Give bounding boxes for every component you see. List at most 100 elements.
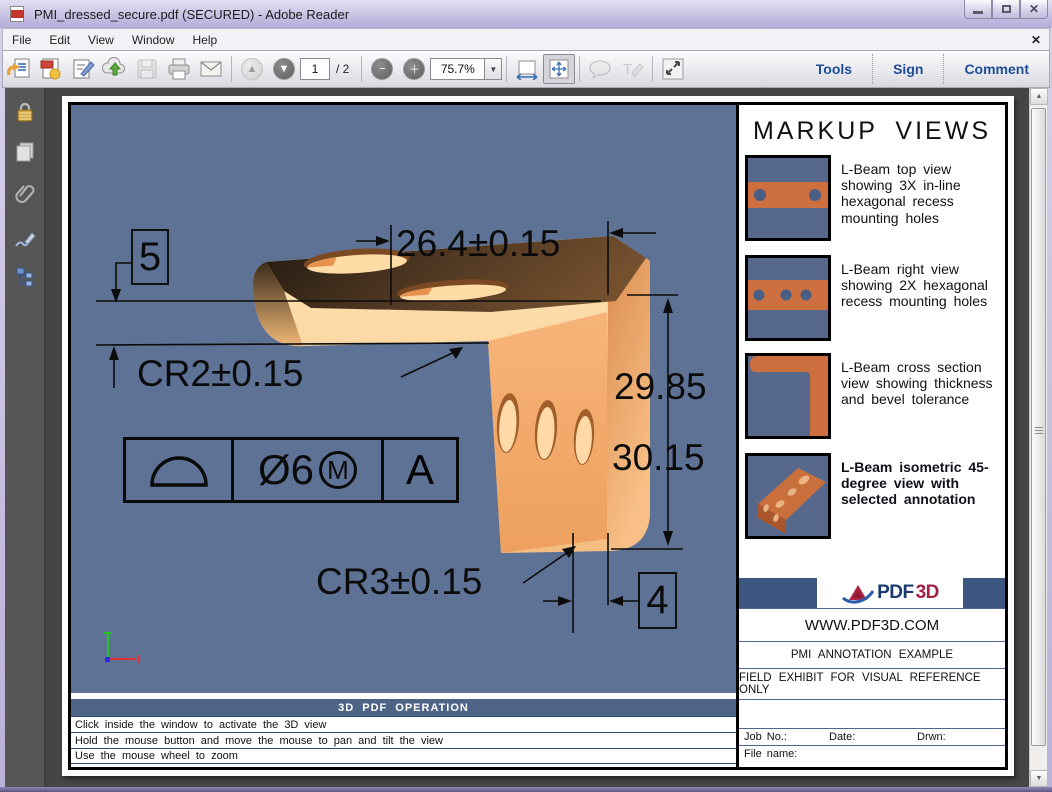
- signatures-icon[interactable]: [13, 228, 37, 252]
- previous-page-button[interactable]: ▲: [236, 54, 268, 84]
- tools-button[interactable]: Tools: [796, 61, 872, 77]
- email-button[interactable]: [195, 54, 227, 84]
- date-label: Date:: [829, 731, 856, 743]
- layers-icon[interactable]: [13, 264, 37, 288]
- menu-view[interactable]: View: [79, 30, 123, 50]
- create-pdf-icon: [40, 58, 61, 80]
- menu-help[interactable]: Help: [184, 30, 227, 50]
- drawing-frame: 26.4±0.15 5 CR2±0.15 29.85 30.15 CR3±0.1…: [68, 102, 1008, 770]
- open-button[interactable]: [3, 54, 35, 84]
- markup-view-item[interactable]: L-Beam top view showing 3X in-line hexag…: [745, 155, 1001, 243]
- job-row: Job No.: Date: Drwn:: [739, 728, 1005, 745]
- cross-section-thumbnail[interactable]: [745, 353, 831, 439]
- minimize-button[interactable]: [964, 0, 992, 19]
- previous-page-icon: ▲: [241, 58, 263, 80]
- zoom-in-button[interactable]: ＋: [398, 54, 430, 84]
- svg-text:T: T: [623, 61, 632, 78]
- zoom-out-icon: −: [371, 58, 394, 80]
- website-label: WWW.PDF3D.COM: [739, 608, 1005, 641]
- title-bar[interactable]: PMI_dressed_secure.pdf (SECURED) - Adobe…: [0, 0, 1052, 28]
- top-view-thumbnail[interactable]: [745, 155, 831, 241]
- vertical-scrollbar[interactable]: ▲ ▼: [1029, 88, 1048, 787]
- pdf-file-icon: [10, 6, 26, 22]
- sign-button[interactable]: Sign: [873, 61, 943, 77]
- text-callout-button[interactable]: T: [616, 54, 648, 84]
- menu-bar: File Edit View Window Help ✕: [2, 28, 1050, 50]
- fit-width-icon: [516, 60, 538, 80]
- subtitle-label: PMI ANNOTATION EXAMPLE: [739, 641, 1005, 668]
- menu-window[interactable]: Window: [123, 30, 184, 50]
- toolbar-separator: [579, 56, 581, 82]
- cloud-upload-button[interactable]: [99, 54, 131, 84]
- window-bottom-border: [0, 787, 1052, 792]
- chevron-up-icon: ▲: [1035, 93, 1043, 100]
- text-callout-icon: T: [623, 61, 645, 78]
- markup-view-caption-selected: L-Beam isometric 45-degree view with sel…: [841, 459, 989, 508]
- close-button[interactable]: ✕: [1020, 0, 1048, 19]
- save-button[interactable]: [131, 54, 163, 84]
- scroll-up-button[interactable]: ▲: [1030, 88, 1048, 105]
- 3d-viewport[interactable]: 26.4±0.15 5 CR2±0.15 29.85 30.15 CR3±0.1…: [71, 105, 736, 693]
- file-row: File name:: [739, 745, 1005, 767]
- minimize-icon: [973, 10, 983, 14]
- open-icon: [6, 58, 30, 78]
- fcf-tolerance-value: Ø6: [257, 446, 315, 493]
- page-number-input[interactable]: [300, 58, 330, 80]
- sign-document-button[interactable]: [67, 54, 99, 84]
- profile-of-a-surface-icon: [126, 440, 234, 500]
- next-page-button[interactable]: ▼: [268, 54, 300, 84]
- comment-button[interactable]: Comment: [944, 61, 1049, 77]
- bottom-radius-dimension: CR3±0.15: [316, 561, 483, 602]
- menu-file[interactable]: File: [3, 30, 40, 50]
- page-thumbnails-icon[interactable]: [13, 140, 37, 164]
- drawn-label: Drwn:: [917, 731, 946, 743]
- fit-width-button[interactable]: [511, 54, 543, 84]
- sign-document-icon: [73, 59, 95, 79]
- operation-line: Click inside the window to activate the …: [71, 716, 736, 732]
- cloud-upload-icon: [102, 57, 125, 76]
- isometric-view-thumbnail[interactable]: [745, 453, 831, 539]
- zoom-level-value[interactable]: 75.7%: [430, 58, 485, 80]
- feature-control-frame: Ø6 M A: [123, 437, 459, 503]
- print-icon: [168, 58, 190, 80]
- pdf3d-logo-icon: [842, 585, 875, 604]
- flange-thickness-dimension: 5: [131, 229, 169, 285]
- close-document-icon[interactable]: ✕: [1031, 33, 1041, 47]
- file-name-label: File name:: [744, 748, 798, 760]
- attachments-icon[interactable]: [13, 182, 37, 206]
- right-view-thumbnail[interactable]: [745, 255, 831, 341]
- note-label: FIELD EXHIBIT FOR VISUAL REFERENCE ONLY: [739, 668, 1005, 699]
- pdf-page: 26.4±0.15 5 CR2±0.15 29.85 30.15 CR3±0.1…: [62, 96, 1014, 776]
- scroll-down-button[interactable]: ▼: [1030, 770, 1048, 787]
- material-condition-modifier: M: [319, 451, 358, 489]
- email-icon: [200, 61, 222, 77]
- next-page-icon: ▼: [273, 58, 295, 80]
- comment-bubble-button[interactable]: [584, 54, 616, 84]
- toolbar-separator: [361, 56, 363, 82]
- width-dimension: 26.4±0.15: [396, 223, 561, 264]
- logo-text-3d: 3D: [915, 582, 940, 603]
- markup-view-item[interactable]: L-Beam cross section view showing thickn…: [745, 353, 1001, 441]
- print-button[interactable]: [163, 54, 195, 84]
- logo-band: PDF 3D: [739, 578, 1005, 608]
- markup-views-panel: MARKUP VIEWS L-Beam top view showing 3X …: [736, 105, 1005, 767]
- create-pdf-button[interactable]: [35, 54, 67, 84]
- operation-line: Use the mouse wheel to zoom: [71, 748, 736, 764]
- markup-view-item[interactable]: L-Beam isometric 45-degree view with sel…: [745, 453, 1001, 541]
- markup-view-item[interactable]: L-Beam right view showing 2X hexagonal r…: [745, 255, 1001, 343]
- logo-text-pdf: PDF: [877, 582, 914, 603]
- chevron-down-icon: ▼: [1035, 775, 1043, 782]
- scrollbar-thumb[interactable]: [1031, 108, 1046, 746]
- restore-button[interactable]: [992, 0, 1020, 19]
- fullscreen-button[interactable]: [657, 54, 689, 84]
- security-lock-icon[interactable]: [13, 100, 37, 124]
- fit-page-button[interactable]: [543, 54, 576, 84]
- markup-view-caption: L-Beam cross section view showing thickn…: [841, 359, 993, 408]
- zoom-dropdown-button[interactable]: ▼: [484, 58, 503, 80]
- zoom-out-button[interactable]: −: [366, 54, 398, 84]
- menu-edit[interactable]: Edit: [40, 30, 79, 50]
- height-lower-dimension: 30.15: [612, 437, 705, 478]
- zoom-in-icon: ＋: [403, 58, 426, 80]
- operation-title: 3D PDF OPERATION: [71, 699, 736, 716]
- fit-page-icon: [549, 59, 569, 79]
